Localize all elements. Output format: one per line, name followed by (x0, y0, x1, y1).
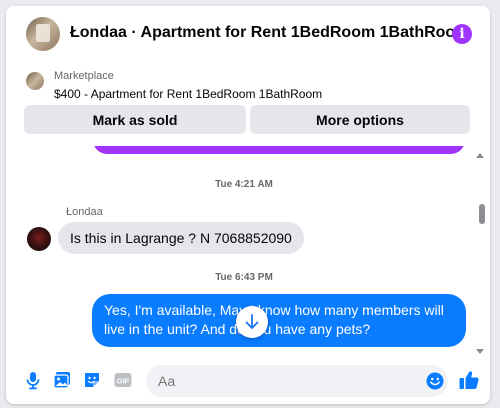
outgoing-message: Yes, I'm available, May I know how many … (92, 294, 466, 347)
arrow-down-icon (245, 314, 259, 329)
marketplace-banner: Marketplace $400 - Apartment for Rent 1B… (6, 64, 490, 146)
timestamp: Tue 4:21 AM (215, 179, 273, 190)
listing-title[interactable]: $400 - Apartment for Rent 1BedRoom 1Bath… (54, 87, 322, 101)
listing-avatar[interactable] (26, 17, 60, 51)
message-composer: GIF (6, 358, 490, 404)
sender-name: Łondaa (66, 206, 103, 218)
svg-text:GIF: GIF (117, 377, 130, 386)
scrollbar-down-arrow[interactable] (476, 349, 484, 354)
listing-thumbnail (26, 72, 44, 90)
photo-icon[interactable] (52, 370, 72, 390)
message-input[interactable] (146, 365, 448, 397)
gif-icon[interactable]: GIF (113, 370, 133, 390)
incoming-message: Is this in Lagrange ? N 7068852090 (58, 222, 304, 254)
message-list[interactable]: Tue 4:21 AM Łondaa Is this in Lagrange ?… (6, 146, 490, 358)
scrollbar-up-arrow[interactable] (476, 153, 484, 158)
emoji-icon[interactable] (426, 372, 444, 390)
marketplace-label: Marketplace (54, 70, 114, 82)
thumbs-up-icon[interactable] (458, 369, 480, 391)
microphone-icon[interactable] (23, 370, 43, 390)
chat-header: Łondaa · Apartment for Rent 1BedRoom 1Ba… (6, 6, 490, 65)
messenger-chat-window: Łondaa · Apartment for Rent 1BedRoom 1Ba… (6, 6, 490, 404)
previous-message-bubble (93, 146, 465, 154)
sender-avatar[interactable] (27, 227, 51, 251)
more-options-button[interactable]: More options (250, 105, 470, 134)
info-icon[interactable]: i (452, 24, 472, 44)
sticker-icon[interactable] (82, 370, 102, 390)
scrollbar-thumb[interactable] (479, 204, 485, 224)
scroll-to-bottom-button[interactable] (236, 306, 268, 338)
chat-title[interactable]: Łondaa · Apartment for Rent 1BedRoom 1Ba… (70, 24, 469, 42)
mark-as-sold-button[interactable]: Mark as sold (24, 105, 246, 134)
timestamp: Tue 6:43 PM (215, 272, 273, 283)
